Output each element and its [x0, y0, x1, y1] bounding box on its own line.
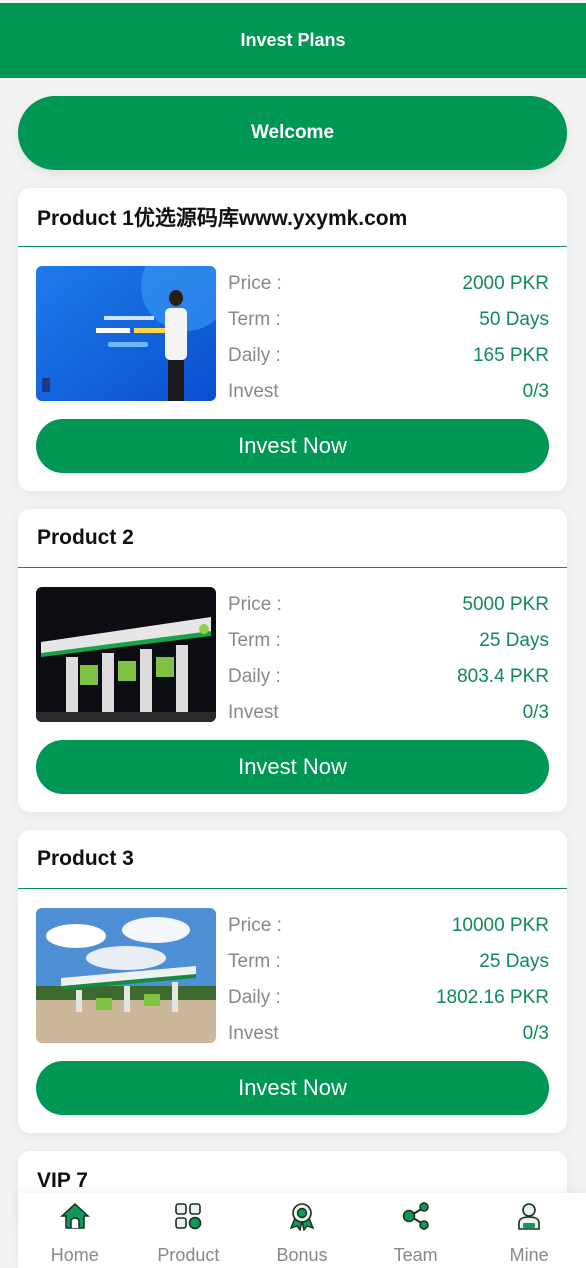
- tab-home[interactable]: Home: [18, 1193, 132, 1268]
- invest-label: Invest: [228, 1023, 279, 1044]
- page-title: Invest Plans: [240, 30, 346, 50]
- tab-label: Mine: [509, 1245, 549, 1265]
- tab-label: Team: [393, 1245, 438, 1265]
- invest-value: 0/3: [522, 1023, 549, 1044]
- price-label: Price :: [228, 273, 282, 294]
- tab-label: Product: [157, 1245, 220, 1265]
- tab-product[interactable]: Product: [132, 1193, 246, 1268]
- product-card: Product 2 Price :5000 PKR Term :25 Days …: [18, 509, 567, 812]
- invest-now-button[interactable]: Invest Now: [36, 419, 549, 473]
- daily-label: Daily :: [228, 345, 281, 366]
- welcome-button[interactable]: Welcome: [18, 96, 567, 170]
- header-bar: Invest Plans: [0, 3, 586, 78]
- price-label: Price :: [228, 594, 282, 615]
- product-image: [36, 908, 216, 1043]
- grid-icon: [175, 1203, 202, 1230]
- daily-label: Daily :: [228, 987, 281, 1008]
- tab-label: Bonus: [276, 1245, 328, 1265]
- price-value: 10000 PKR: [451, 915, 549, 936]
- invest-label: Invest: [228, 381, 279, 402]
- term-value: 25 Days: [479, 630, 549, 651]
- product-title: Product 2: [18, 509, 567, 568]
- tab-team[interactable]: Team: [359, 1193, 473, 1268]
- price-value: 2000 PKR: [462, 273, 549, 294]
- price-value: 5000 PKR: [462, 594, 549, 615]
- user-icon: [518, 1203, 540, 1230]
- invest-now-button[interactable]: Invest Now: [36, 740, 549, 794]
- bottom-tab-bar: Home Product Bonus Team Mine: [18, 1193, 586, 1268]
- daily-value: 1802.16 PKR: [435, 987, 549, 1008]
- invest-value: 0/3: [522, 702, 549, 723]
- tab-mine[interactable]: Mine: [472, 1193, 586, 1268]
- term-label: Term :: [228, 630, 281, 651]
- term-value: 25 Days: [479, 951, 549, 972]
- daily-label: Daily :: [228, 666, 281, 687]
- product-card: Product 3 Price : 10000 PKR Term : 25 Days…: [18, 830, 567, 1133]
- product-title: Product 3: [18, 830, 567, 889]
- daily-value: 165 PKR: [472, 345, 549, 366]
- product-image: [36, 266, 216, 401]
- product-card: Product 1优选源码库www.yxymk.com Price : 2000 …: [18, 188, 567, 491]
- term-label: Term :: [228, 309, 281, 330]
- award-icon: [289, 1203, 315, 1231]
- tab-bonus[interactable]: Bonus: [245, 1193, 359, 1268]
- home-icon: [59, 1202, 90, 1229]
- invest-now-button[interactable]: Invest Now: [36, 1061, 549, 1115]
- share-icon: [402, 1202, 429, 1230]
- invest-label: Invest: [228, 702, 279, 723]
- daily-value: 803.4 PKR: [457, 666, 549, 687]
- term-label: Term :: [228, 951, 281, 972]
- product-image: [36, 587, 216, 722]
- invest-value: 0/3: [522, 381, 549, 402]
- price-label: Price :: [228, 915, 282, 936]
- tab-label: Home: [50, 1245, 99, 1265]
- term-value: 50 Days: [479, 309, 549, 330]
- product-title: Product 1优选源码库www.yxymk.com: [18, 188, 567, 247]
